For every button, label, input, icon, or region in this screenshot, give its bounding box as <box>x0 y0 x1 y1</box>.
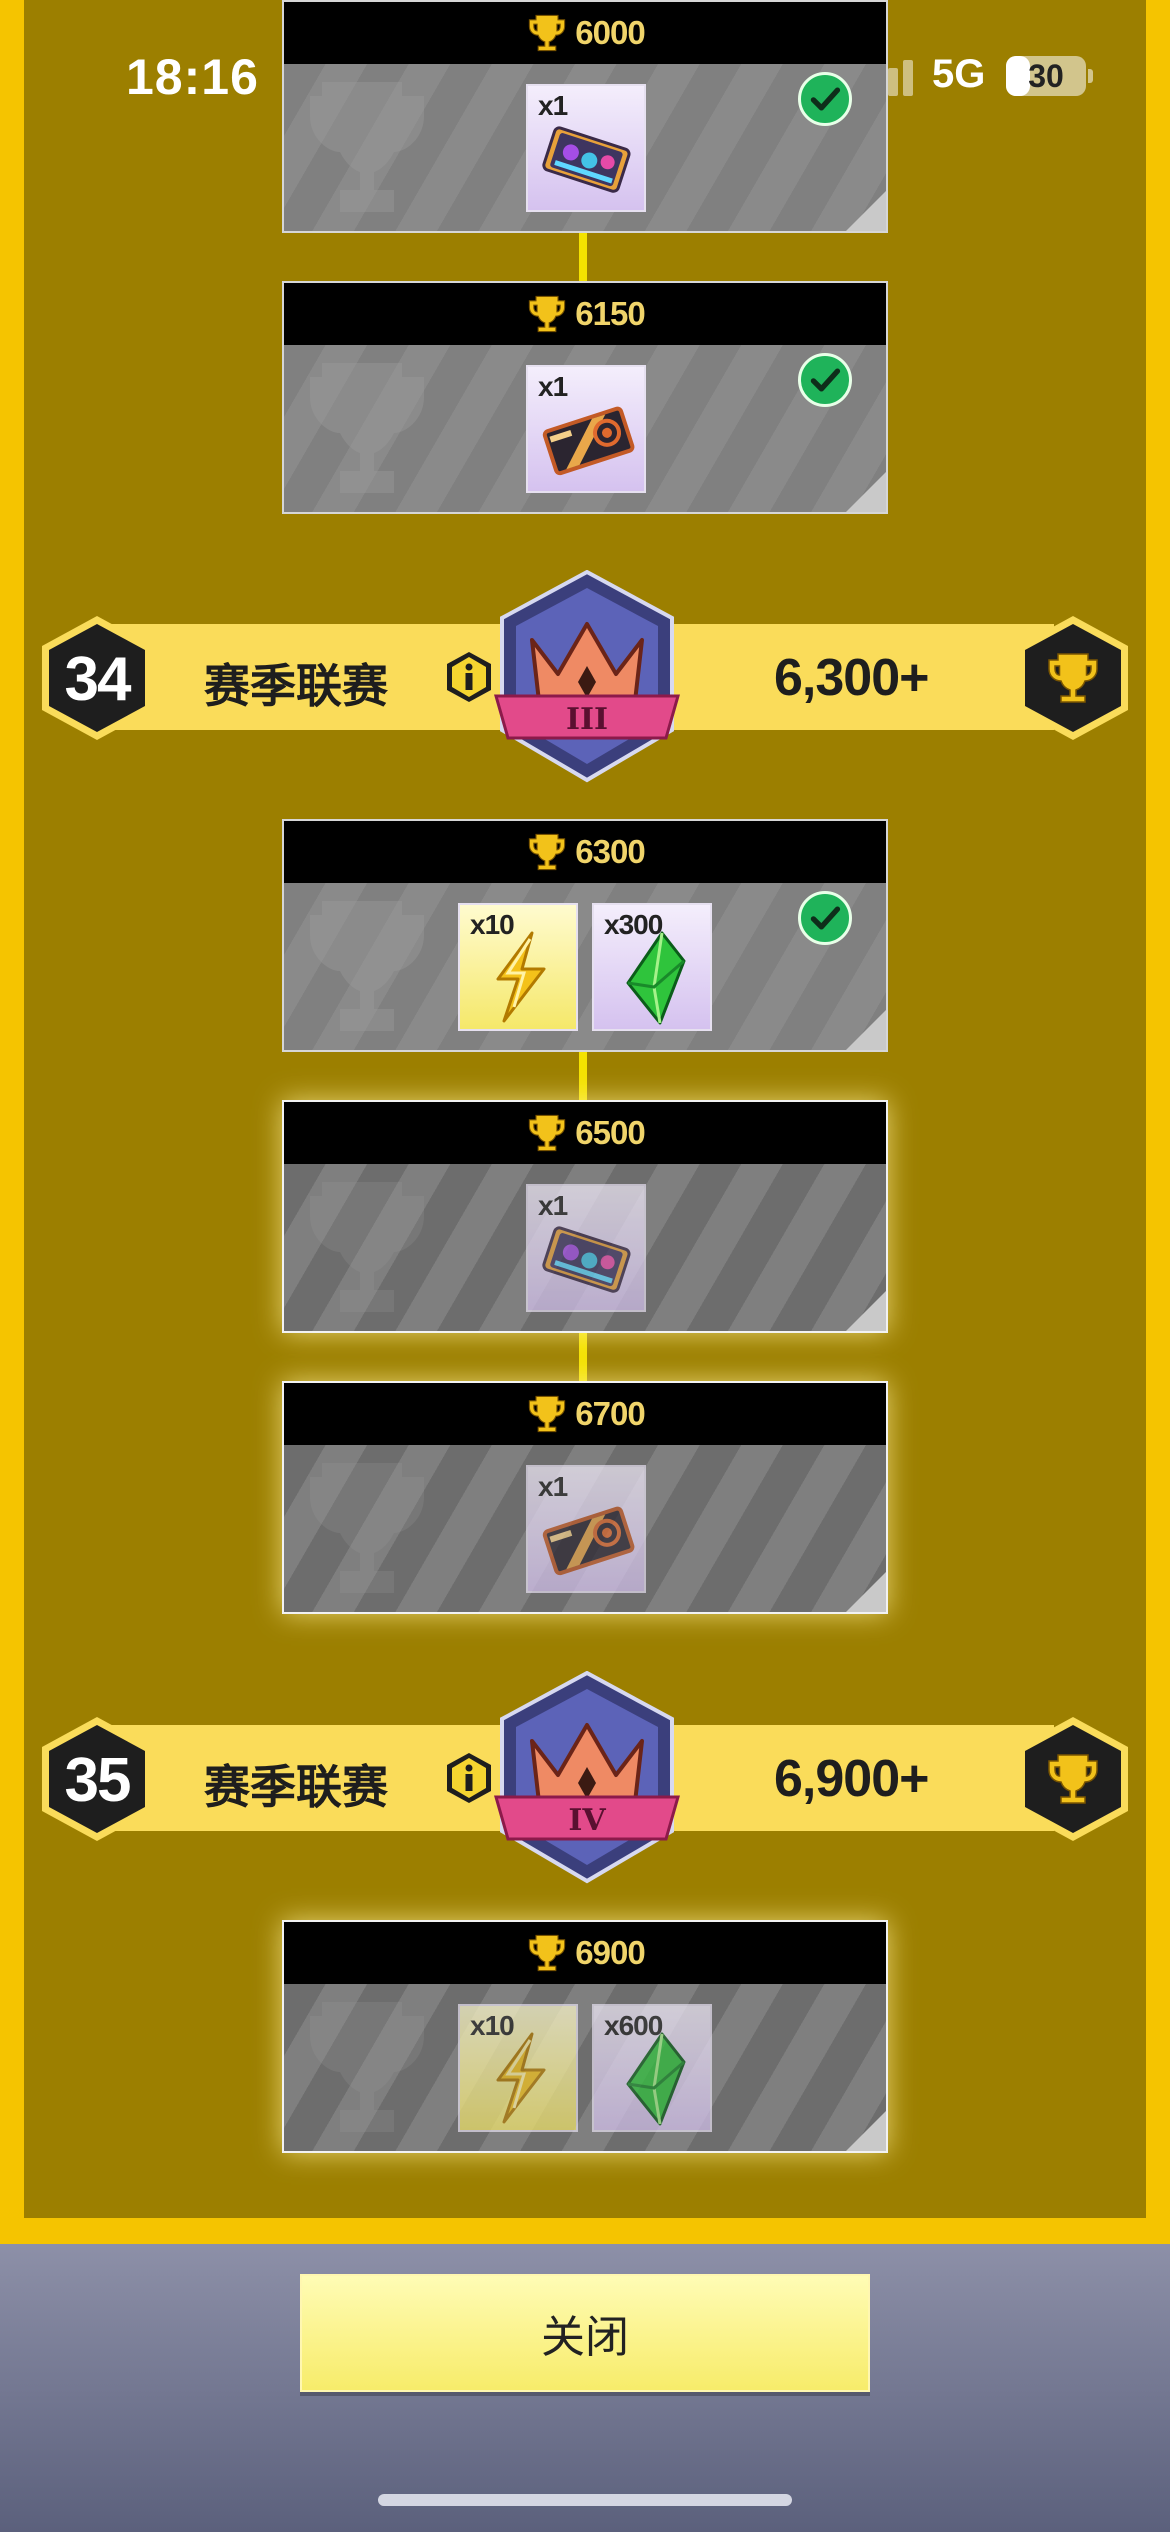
background-cup-icon <box>302 353 432 503</box>
league-title: 赛季联赛 <box>204 660 388 712</box>
claimed-check-icon <box>798 891 852 945</box>
crown-icon <box>492 570 682 784</box>
corner-mark <box>846 472 886 512</box>
trophy-requirement: 6700 <box>575 1395 645 1432</box>
trophy-icon <box>1043 1749 1103 1809</box>
home-indicator[interactable] <box>378 2494 792 2506</box>
card-pack-icon <box>538 108 638 208</box>
reward-item[interactable]: x1 <box>526 365 646 493</box>
league-number: 35 <box>64 1746 132 1815</box>
trophy-icon <box>525 1111 569 1155</box>
trophy-icon <box>525 11 569 55</box>
reward-card-header: 6900 <box>284 1922 886 1984</box>
frame-border-left <box>0 0 24 2240</box>
reward-card[interactable]: 6150 x1 <box>282 281 888 514</box>
reward-card[interactable]: 6900 x10 x600 <box>282 1920 888 2153</box>
blueprint-ticket-icon <box>538 1489 638 1589</box>
league-number: 34 <box>64 645 132 714</box>
league-banner: 35 赛季联赛 IV 6,900+ <box>0 1671 1170 1891</box>
blueprint-ticket-icon <box>538 389 638 489</box>
background-cup-icon <box>302 1453 432 1603</box>
league-number-badge: 34 <box>38 614 156 742</box>
network-type: 5G <box>932 52 986 96</box>
battery-level: 30 <box>1028 58 1064 94</box>
trophy-icon <box>525 1931 569 1975</box>
reward-card-header: 6150 <box>284 283 886 345</box>
league-crown-badge: III <box>492 570 682 784</box>
reward-card[interactable]: 6300 x10 x300 <box>282 819 888 1052</box>
green-gem-icon <box>604 2028 704 2128</box>
battery-icon: 30 <box>1006 56 1086 96</box>
corner-mark <box>846 2111 886 2151</box>
trophy-requirement: 6900 <box>575 1934 645 1971</box>
rank-numeral: IV <box>568 1803 606 1838</box>
background-cup-icon <box>302 1992 432 2142</box>
trophy-icon <box>525 292 569 336</box>
reward-item[interactable]: x10 <box>458 903 578 1031</box>
reward-card[interactable]: 6000 x1 <box>282 0 888 233</box>
reward-card[interactable]: 6700 x1 <box>282 1381 888 1614</box>
frame-border-right <box>1146 0 1170 2240</box>
league-trophy-badge <box>1014 1715 1132 1843</box>
league-threshold: 6,900+ <box>774 1750 929 1808</box>
league-threshold: 6,300+ <box>774 649 929 707</box>
claimed-check-icon <box>798 72 852 126</box>
rank-numeral: III <box>565 702 609 737</box>
league-trophy-badge <box>1014 614 1132 742</box>
lightning-icon <box>470 2028 570 2128</box>
background-cup-icon <box>302 1172 432 1322</box>
crown-icon <box>492 1671 682 1885</box>
reward-item[interactable]: x10 <box>458 2004 578 2132</box>
background-cup-icon <box>302 891 432 1041</box>
claimed-check-icon <box>798 353 852 407</box>
progress-connector <box>579 1332 587 1382</box>
trophy-icon <box>525 830 569 874</box>
lightning-icon <box>470 927 570 1027</box>
green-gem-icon <box>604 927 704 1027</box>
corner-mark <box>846 1291 886 1331</box>
reward-item[interactable]: x1 <box>526 1465 646 1593</box>
league-number-badge: 35 <box>38 1715 156 1843</box>
frame-border-bottom <box>0 2218 1170 2244</box>
reward-card-header: 6700 <box>284 1383 886 1445</box>
reward-item[interactable]: x1 <box>526 1184 646 1312</box>
trophy-requirement: 6000 <box>575 14 645 51</box>
trophy-requirement: 6500 <box>575 1114 645 1151</box>
reward-card-header: 6000 <box>284 2 886 64</box>
reward-item[interactable]: x600 <box>592 2004 712 2132</box>
reward-item[interactable]: x1 <box>526 84 646 212</box>
reward-card-header: 6500 <box>284 1102 886 1164</box>
reward-card-header: 6300 <box>284 821 886 883</box>
status-time: 18:16 <box>126 49 259 105</box>
league-title: 赛季联赛 <box>204 1761 388 1813</box>
progress-connector <box>579 231 587 281</box>
card-pack-icon <box>538 1208 638 1308</box>
league-banner: 34 赛季联赛 III 6,300+ <box>0 570 1170 790</box>
progress-connector <box>579 1051 587 1101</box>
corner-mark <box>846 191 886 231</box>
reward-card[interactable]: 6500 x1 <box>282 1100 888 1333</box>
trophy-requirement: 6300 <box>575 833 645 870</box>
trophy-icon <box>525 1392 569 1436</box>
close-button[interactable]: 关闭 <box>300 2274 870 2392</box>
trophy-requirement: 6150 <box>575 295 645 332</box>
corner-mark <box>846 1572 886 1612</box>
background-cup-icon <box>302 72 432 222</box>
league-crown-badge: IV <box>492 1671 682 1885</box>
info-icon[interactable] <box>444 1751 494 1805</box>
battery-tip <box>1088 69 1093 83</box>
trophy-icon <box>1043 648 1103 708</box>
reward-item[interactable]: x300 <box>592 903 712 1031</box>
info-icon[interactable] <box>444 650 494 704</box>
corner-mark <box>846 1010 886 1050</box>
